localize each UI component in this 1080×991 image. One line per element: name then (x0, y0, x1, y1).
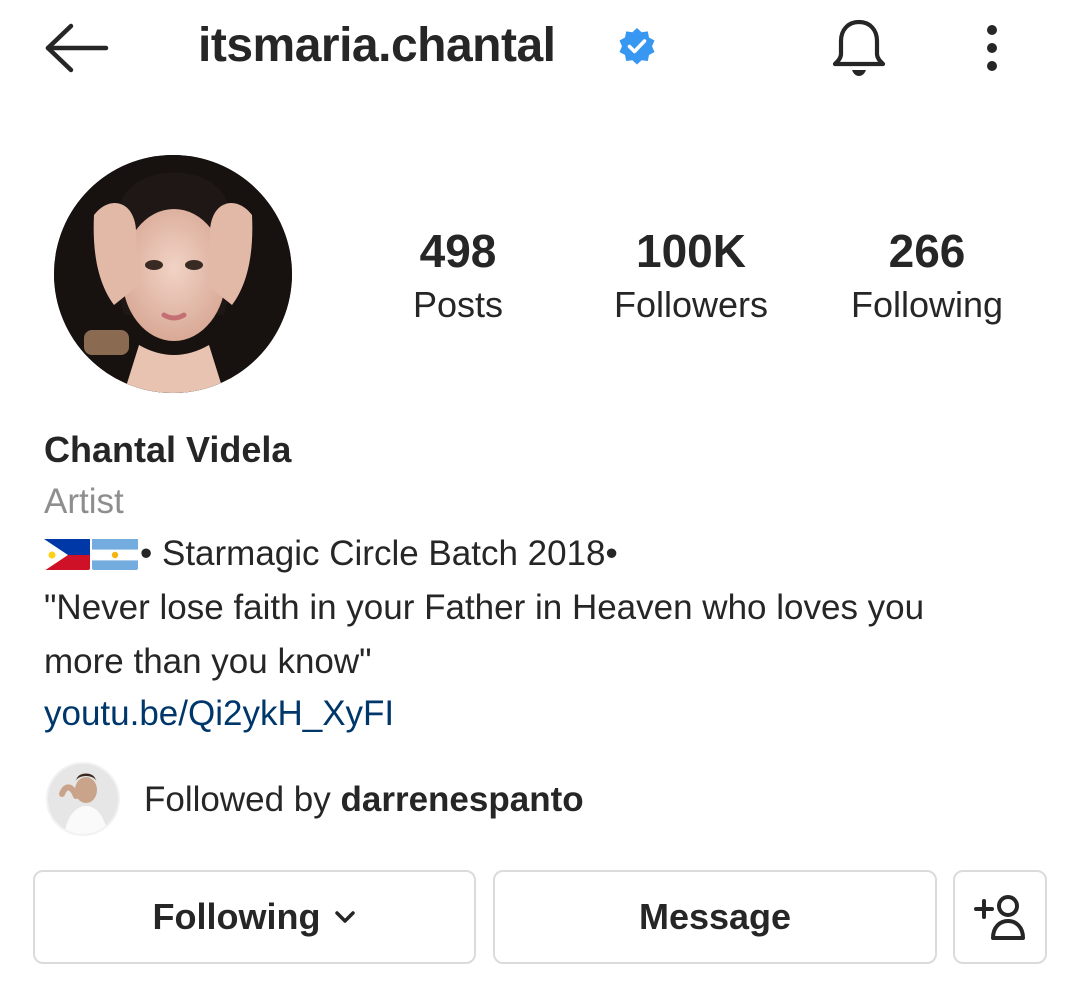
bio-line-1-text: • Starmagic Circle Batch 2018• (140, 534, 618, 573)
bell-icon (832, 19, 886, 76)
arrow-left-icon (45, 23, 109, 73)
bio-line-1: • Starmagic Circle Batch 2018• (44, 532, 618, 576)
back-button[interactable] (40, 18, 114, 78)
bio-line-3: more than you know" (44, 642, 372, 681)
posts-count-label: Posts (412, 284, 504, 325)
more-vertical-icon (987, 25, 997, 71)
posts-count: 498 Posts (388, 222, 528, 330)
profile-full-name: Chantal Videla (44, 429, 292, 470)
following-count-value: 266 (888, 225, 966, 277)
posts-count-value: 498 (419, 225, 497, 277)
chevron-down-icon (335, 911, 356, 923)
notifications-button[interactable] (826, 14, 892, 82)
suggested-accounts-button[interactable] (953, 870, 1047, 964)
mutual-follower-avatar[interactable] (46, 762, 120, 836)
top-bar: itsmaria.chantal (0, 0, 1080, 100)
following-button[interactable]: Following (33, 870, 476, 964)
profile-category: Artist (44, 482, 124, 521)
more-options-button[interactable] (968, 20, 1016, 76)
verified-badge-icon (619, 28, 655, 65)
followers-count-value: 100K (636, 225, 746, 277)
followed-by-prefix: Followed by (144, 780, 341, 819)
following-count[interactable]: 266 Following (836, 222, 1018, 330)
philippines-flag-icon (44, 538, 90, 570)
following-button-label: Following (152, 896, 321, 937)
bio-line-2: "Never lose faith in your Father in Heav… (44, 588, 925, 627)
followers-count-label: Followers (613, 284, 769, 325)
profile-avatar[interactable] (54, 155, 292, 393)
followed-by-username: darrenespanto (340, 780, 584, 819)
argentina-flag-icon (92, 538, 138, 570)
bio-link[interactable]: youtu.be/Qi2ykH_XyFI (44, 692, 394, 736)
add-user-icon (974, 895, 1025, 940)
message-button[interactable]: Message (493, 870, 937, 964)
followed-by-text[interactable]: Followed by darrenespanto (144, 778, 584, 822)
followers-count[interactable]: 100K Followers (596, 222, 786, 330)
profile-username: itsmaria.chantal (198, 19, 556, 72)
following-count-label: Following (850, 284, 1004, 325)
message-button-label: Message (638, 896, 792, 937)
